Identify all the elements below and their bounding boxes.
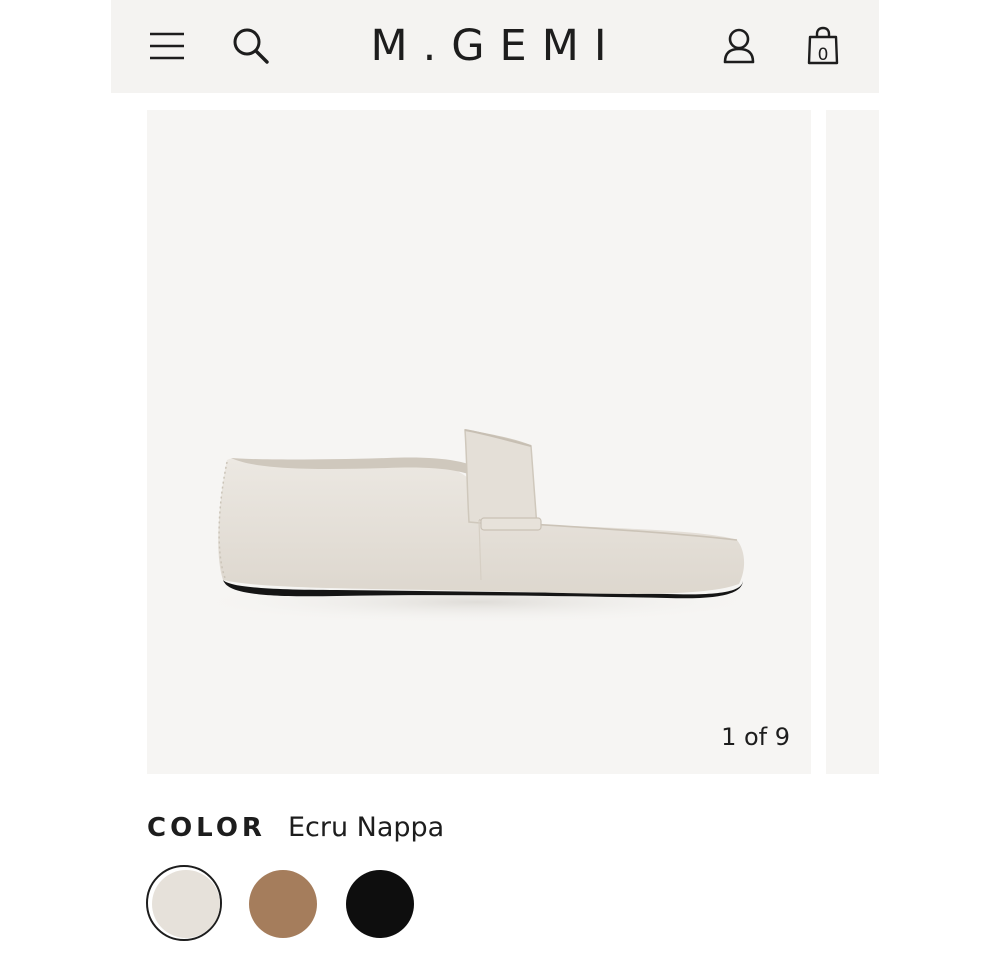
brand-logo[interactable]: M.GEMI — [351, 21, 641, 71]
image-counter: 1 of 9 — [721, 723, 790, 751]
swatch-tan[interactable] — [249, 870, 317, 938]
color-selector-header: COLOR Ecru Nappa — [147, 812, 444, 852]
swatch-ecru-nappa[interactable] — [152, 870, 220, 938]
selected-color-name: Ecru Nappa — [287, 812, 445, 843]
cart-count-badge: 0 — [817, 45, 829, 65]
loafer-shoe-image — [187, 429, 767, 624]
color-label: COLOR — [147, 813, 266, 843]
product-image-next-peek[interactable] — [826, 110, 879, 774]
product-image-main[interactable]: 1 of 9 — [147, 110, 811, 774]
account-button[interactable] — [711, 18, 767, 74]
site-header: M.GEMI 0 — [111, 0, 879, 93]
search-icon — [233, 28, 269, 64]
cart-button[interactable]: 0 — [795, 18, 851, 74]
swatch-black[interactable] — [346, 870, 414, 938]
search-button[interactable] — [223, 18, 279, 74]
menu-icon — [150, 32, 184, 60]
menu-button[interactable] — [139, 18, 195, 74]
account-icon — [723, 28, 755, 64]
